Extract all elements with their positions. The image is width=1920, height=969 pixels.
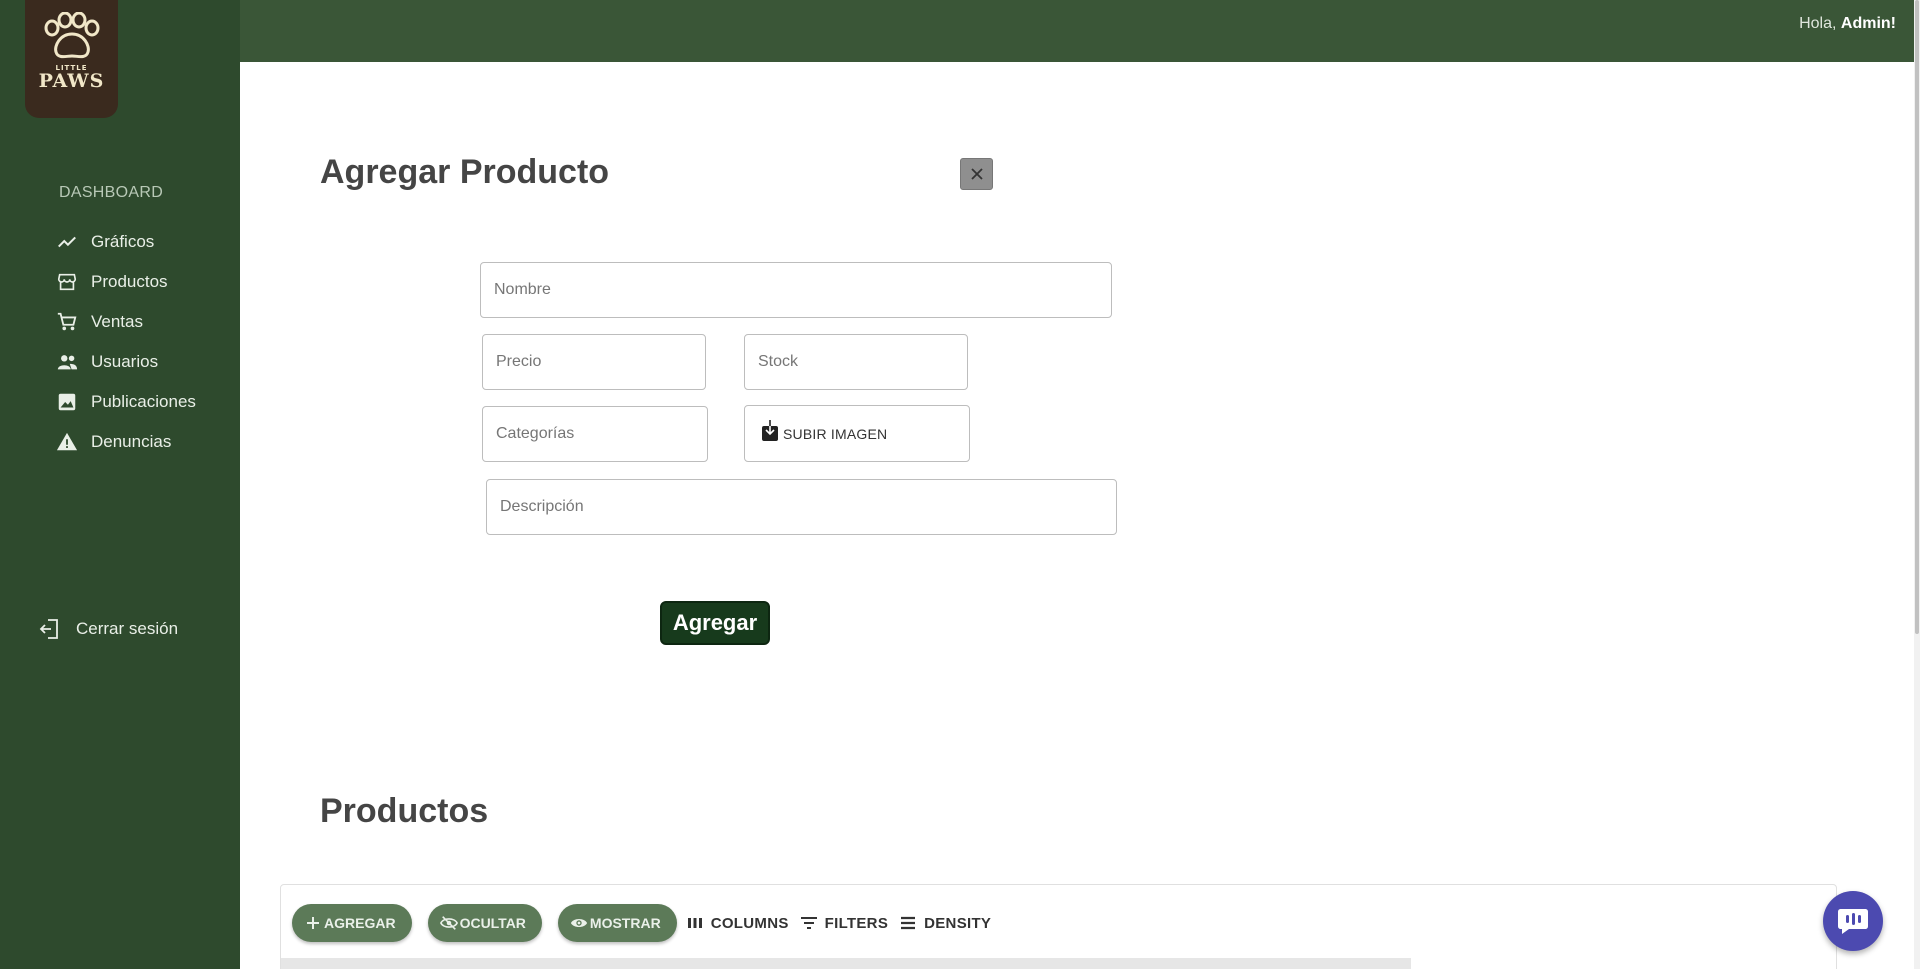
sidebar-item-label: Gráficos [91, 232, 155, 251]
paw-icon [44, 12, 99, 59]
ocultar-button[interactable]: OCULTAR [427, 904, 542, 942]
sidebar-item-ventas[interactable]: Ventas [56, 302, 196, 342]
sidebar-item-label: Productos [91, 272, 168, 291]
categorias-input[interactable] [482, 406, 708, 462]
sidebar-item-label: Publicaciones [91, 392, 196, 411]
columns-button[interactable]: COLUMNS [685, 913, 789, 933]
density-label: DENSITY [924, 914, 992, 932]
columns-icon [685, 913, 705, 933]
ocultar-label: OCULTAR [459, 915, 526, 931]
mostrar-label: MOSTRAR [589, 915, 661, 931]
filter-icon [799, 913, 819, 933]
image-icon [56, 391, 78, 413]
logout-icon [38, 617, 62, 641]
sidebar-item-label: Denuncias [91, 432, 172, 451]
plus-icon [304, 914, 322, 932]
chat-button[interactable] [1823, 891, 1883, 951]
warning-icon [56, 431, 78, 453]
chart-line-icon [56, 231, 78, 253]
density-icon [898, 913, 918, 933]
brand-name: PAWS [38, 70, 105, 92]
sidebar: LITTLE PAWS DASHBOARD Gráficos Productos… [0, 0, 240, 969]
upload-label: SUBIR IMAGEN [783, 425, 888, 442]
sidebar-item-publicaciones[interactable]: Publicaciones [56, 382, 196, 422]
eye-off-icon [439, 914, 458, 932]
close-form-button[interactable] [960, 158, 993, 190]
filters-label: FILTERS [824, 914, 889, 932]
people-icon [56, 351, 78, 373]
nombre-input[interactable] [480, 262, 1112, 318]
grid-header-row [281, 958, 1411, 969]
agregar-button[interactable]: AGREGAR [292, 904, 412, 942]
brand-logo[interactable]: LITTLE PAWS [25, 0, 118, 118]
descripcion-input[interactable] [486, 479, 1117, 535]
columns-label: COLUMNS [710, 914, 789, 932]
sidebar-heading: DASHBOARD [59, 184, 164, 201]
precio-input[interactable] [482, 334, 706, 390]
sidebar-item-label: Ventas [91, 312, 143, 331]
sidebar-item-graficos[interactable]: Gráficos [56, 222, 196, 262]
products-section-title: Productos [320, 792, 489, 830]
store-icon [56, 271, 78, 293]
user-name: Admin! [1840, 15, 1896, 32]
close-icon [970, 168, 983, 180]
mostrar-button[interactable]: MOSTRAR [557, 904, 677, 942]
greeting-prefix: Hola, [1799, 15, 1837, 32]
agregar-submit-button[interactable]: Agregar [660, 601, 770, 645]
upload-icon [761, 420, 779, 447]
topbar: Hola, Admin! [240, 0, 1914, 62]
user-greeting: Hola, Admin! [1799, 15, 1896, 33]
density-button[interactable]: DENSITY [898, 913, 991, 933]
logout-button[interactable]: Cerrar sesión [38, 617, 178, 641]
chat-icon [1838, 909, 1868, 934]
scrollbar-thumb[interactable] [1915, 0, 1919, 634]
upload-image-button[interactable]: SUBIR IMAGEN [744, 405, 970, 462]
logout-label: Cerrar sesión [76, 619, 179, 638]
page-scrollbar[interactable] [1914, 0, 1920, 969]
form-title: Agregar Producto [320, 153, 610, 191]
stock-input[interactable] [744, 334, 968, 390]
sidebar-nav: Gráficos Productos Ventas Usuarios Publi… [56, 222, 196, 462]
cart-icon [56, 311, 78, 333]
filters-button[interactable]: FILTERS [799, 913, 888, 933]
eye-icon [570, 914, 588, 932]
agregar-label: AGREGAR [324, 915, 396, 931]
sidebar-item-label: Usuarios [91, 352, 159, 371]
sidebar-item-usuarios[interactable]: Usuarios [56, 342, 196, 382]
grid-toolbar: AGREGAR OCULTAR MOSTRAR COLUMNS FILTERS … [292, 904, 1001, 942]
sidebar-item-productos[interactable]: Productos [56, 262, 196, 302]
sidebar-item-denuncias[interactable]: Denuncias [56, 422, 196, 462]
